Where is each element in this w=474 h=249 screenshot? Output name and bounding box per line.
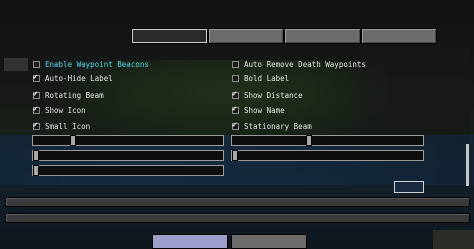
checkbox[interactable] [232, 60, 239, 68]
option-stationary-beam[interactable]: ✔ Stationary Beam [232, 119, 312, 131]
option-small-icon[interactable]: ✔ Small Icon [33, 119, 90, 131]
corner-block-icon [433, 230, 474, 249]
checkbox[interactable]: ✔ [33, 71, 40, 82]
wide-bar-1[interactable] [5, 197, 470, 207]
slider-left-3[interactable] [32, 165, 224, 176]
checkbox[interactable]: ✔ [33, 88, 40, 99]
bottom-button-right[interactable] [231, 234, 307, 249]
option-enable-waypoint-beacons[interactable]: Enable Waypoint Beacons [33, 59, 149, 69]
slider-knob[interactable] [306, 135, 312, 146]
option-auto-remove-death-waypoints[interactable]: Auto Remove Death Waypoints [232, 59, 366, 69]
tab-1[interactable] [131, 28, 208, 44]
slider-knob[interactable] [69, 135, 76, 146]
option-bold-label[interactable]: Bold Label [232, 73, 289, 83]
checkbox[interactable]: ✔ [33, 103, 40, 114]
option-show-icon[interactable]: ✔ Show Icon [33, 103, 86, 115]
bottom-button-left[interactable] [152, 234, 228, 249]
checkbox[interactable]: ✔ [232, 119, 239, 130]
slider-knob[interactable] [33, 150, 39, 161]
slider-knob[interactable] [33, 165, 39, 176]
check-icon: ✔ [232, 119, 237, 129]
check-icon: ✔ [232, 88, 237, 98]
check-icon: ✔ [33, 71, 38, 81]
checkbox[interactable] [33, 60, 40, 68]
check-icon: ✔ [33, 119, 38, 129]
option-show-distance[interactable]: ✔ Show Distance [232, 88, 303, 100]
checkbox[interactable] [232, 74, 239, 82]
tab-3[interactable] [284, 28, 361, 44]
slider-right-2[interactable] [231, 150, 424, 161]
slider-left-1[interactable] [32, 135, 224, 146]
option-show-name[interactable]: ✔ Show Name [232, 103, 285, 115]
option-auto-hide-label[interactable]: ✔ Auto-Hide Label [33, 71, 113, 83]
checkbox[interactable]: ✔ [232, 88, 239, 99]
checkbox[interactable]: ✔ [33, 119, 40, 130]
slider-right-1[interactable] [231, 135, 424, 146]
checkbox[interactable]: ✔ [232, 103, 239, 114]
tab-strip [131, 28, 437, 44]
slider-knob[interactable] [232, 150, 238, 161]
sidebar-tab[interactable] [4, 58, 28, 71]
tab-2[interactable] [207, 28, 284, 44]
check-icon: ✔ [33, 88, 38, 98]
tab-4[interactable] [360, 28, 437, 44]
small-button[interactable] [394, 181, 424, 193]
scrollbar[interactable] [466, 144, 469, 186]
option-rotating-beam[interactable]: ✔ Rotating Beam [33, 88, 104, 100]
check-icon: ✔ [33, 103, 38, 113]
slider-left-2[interactable] [32, 150, 224, 161]
check-icon: ✔ [232, 103, 237, 113]
wide-bar-2[interactable] [5, 213, 470, 223]
